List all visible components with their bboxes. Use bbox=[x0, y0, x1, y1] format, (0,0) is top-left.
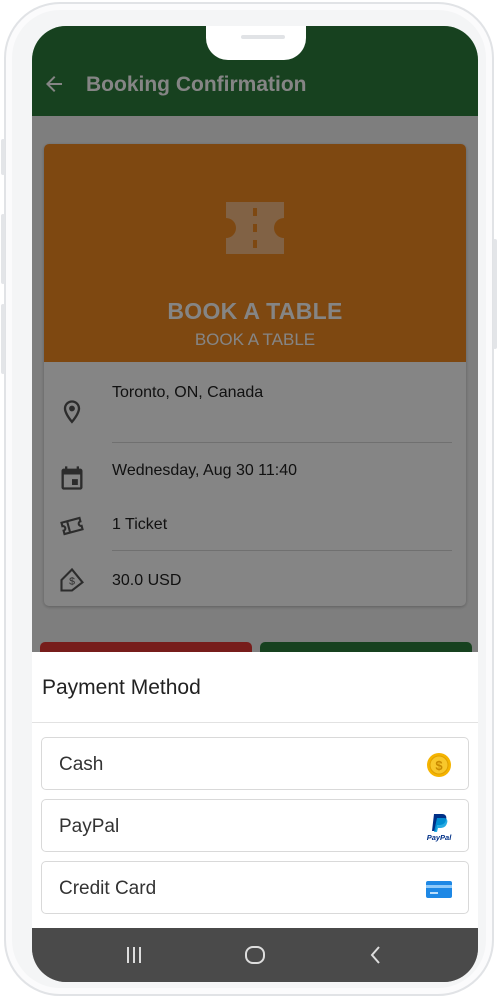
svg-text:$: $ bbox=[435, 758, 443, 773]
volume-button bbox=[1, 139, 5, 175]
screen: Booking Confirmation BOOK A TABLE BOOK A… bbox=[32, 26, 478, 982]
home-icon[interactable] bbox=[243, 943, 267, 967]
payment-option-label: Credit Card bbox=[59, 878, 157, 899]
payment-method-sheet: Payment Method Cash $ PayPal PayPal Cred… bbox=[32, 652, 478, 932]
payment-option-cash[interactable]: Cash $ bbox=[41, 737, 469, 790]
back-nav-icon[interactable] bbox=[364, 943, 388, 967]
recent-apps-icon[interactable] bbox=[122, 943, 146, 967]
phone-frame: Booking Confirmation BOOK A TABLE BOOK A… bbox=[1, 2, 497, 996]
credit-card-icon bbox=[426, 881, 452, 898]
sheet-title: Payment Method bbox=[42, 676, 201, 699]
payment-option-label: PayPal bbox=[59, 816, 120, 837]
coin-icon: $ bbox=[427, 753, 451, 777]
notch bbox=[206, 26, 306, 60]
payment-option-credit-card[interactable]: Credit Card bbox=[41, 861, 469, 914]
speaker-grille bbox=[241, 35, 285, 39]
paypal-icon-text: PayPal bbox=[427, 833, 453, 842]
payment-option-paypal[interactable]: PayPal PayPal bbox=[41, 799, 469, 852]
system-navigation-bar bbox=[32, 928, 478, 982]
divider bbox=[32, 722, 478, 723]
power-button bbox=[493, 239, 497, 349]
payment-option-label: Cash bbox=[59, 754, 104, 775]
volume-up-button bbox=[1, 214, 5, 284]
paypal-icon: PayPal bbox=[427, 814, 453, 842]
volume-down-button bbox=[1, 304, 5, 374]
